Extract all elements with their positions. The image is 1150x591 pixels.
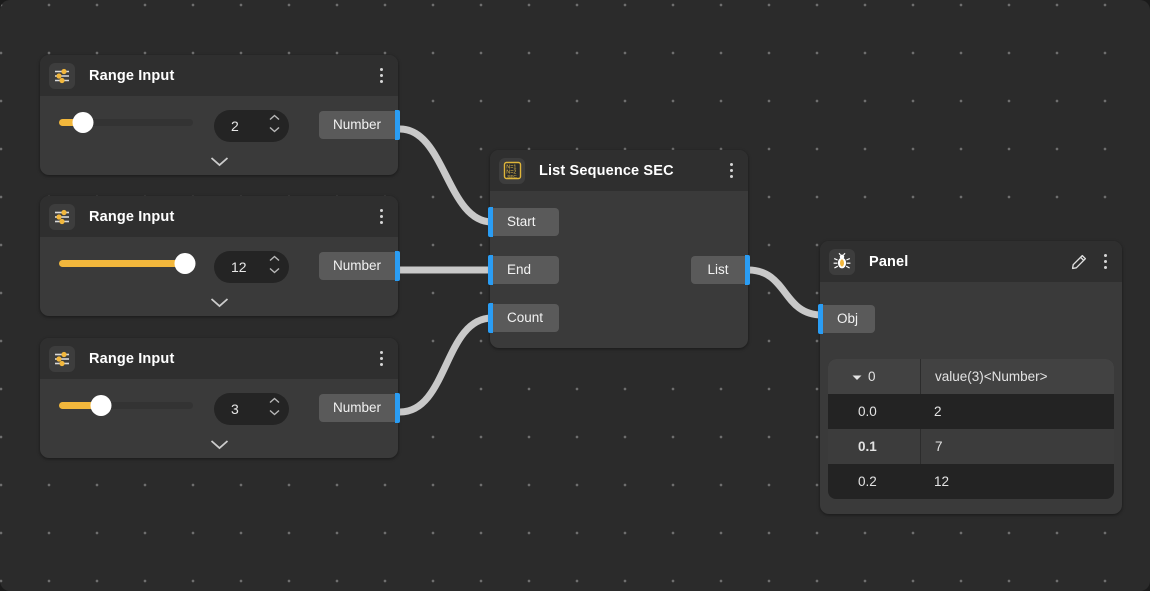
table-header-index-label: 0 — [868, 369, 876, 384]
value-stepper[interactable]: 2 — [214, 110, 289, 142]
output-port-number[interactable]: Number — [319, 393, 400, 423]
table-header-type-label: value(3)<Number> — [920, 359, 1114, 394]
node-title: List Sequence SEC — [539, 163, 722, 179]
collapse-toggle[interactable] — [40, 439, 398, 450]
port-connector[interactable] — [395, 110, 400, 140]
wire-range3-to-count — [400, 318, 492, 412]
chevron-down-icon[interactable] — [269, 409, 280, 416]
node-body: Obj 0 value(3)<Number> 0.0 2 — [820, 282, 1122, 514]
svg-text:SEC: SEC — [507, 174, 517, 179]
chevron-down-icon[interactable] — [269, 126, 280, 133]
port-label[interactable]: Count — [493, 304, 559, 332]
port-label[interactable]: Start — [493, 208, 559, 236]
collapse-toggle[interactable] — [40, 156, 398, 167]
chevron-up-icon[interactable] — [269, 114, 280, 121]
sliders-icon — [49, 63, 75, 89]
node-graph-canvas[interactable]: Range Input 2 — [0, 0, 1150, 591]
chevron-down-icon[interactable] — [269, 267, 280, 274]
port-label[interactable]: Number — [319, 111, 395, 139]
kebab-menu-icon[interactable] — [372, 348, 390, 370]
node-header[interactable]: Range Input — [40, 338, 398, 379]
wire-range1-to-start — [400, 129, 492, 222]
slider-thumb[interactable] — [175, 253, 196, 274]
node-body: 12 Number — [40, 237, 398, 316]
input-port-end[interactable]: End — [488, 255, 559, 285]
stepper-value: 3 — [231, 401, 239, 417]
node-body: 3 Number — [40, 379, 398, 458]
value-stepper[interactable]: 12 — [214, 251, 289, 283]
caret-down-icon[interactable] — [852, 369, 862, 384]
output-port-number[interactable]: Number — [319, 251, 400, 281]
slider-fill — [59, 260, 185, 267]
panel-data-table[interactable]: 0 value(3)<Number> 0.0 2 0.1 7 0.2 12 — [828, 359, 1114, 499]
port-connector[interactable] — [395, 251, 400, 281]
node-title: Panel — [869, 254, 1068, 270]
sequence-icon: N=1 N=2 SEC — [499, 158, 525, 184]
range-slider[interactable] — [59, 251, 193, 275]
range-slider[interactable] — [59, 393, 193, 417]
port-connector[interactable] — [745, 255, 750, 285]
slider-thumb[interactable] — [91, 395, 112, 416]
port-label[interactable]: Number — [319, 394, 395, 422]
table-header-index-cell[interactable]: 0 — [828, 359, 920, 394]
stepper-value: 12 — [231, 259, 247, 275]
stepper-value: 2 — [231, 118, 239, 134]
pencil-icon[interactable] — [1068, 251, 1090, 273]
output-port-list[interactable]: List — [691, 255, 750, 285]
table-row[interactable]: 0.0 2 — [828, 394, 1114, 429]
node-header[interactable]: Range Input — [40, 55, 398, 96]
node-range-input-1[interactable]: Range Input 2 — [40, 55, 398, 175]
chevron-up-icon[interactable] — [269, 397, 280, 404]
node-body: 2 Number — [40, 96, 398, 175]
table-cell-index: 0.2 — [828, 464, 920, 499]
kebab-menu-icon[interactable] — [722, 160, 740, 182]
table-cell-index: 0.1 — [828, 429, 920, 464]
node-body: Start End Count List — [490, 191, 748, 348]
value-stepper[interactable]: 3 — [214, 393, 289, 425]
node-range-input-3[interactable]: Range Input 3 — [40, 338, 398, 458]
table-header-row[interactable]: 0 value(3)<Number> — [828, 359, 1114, 394]
output-port-number[interactable]: Number — [319, 110, 400, 140]
port-label[interactable]: Number — [319, 252, 395, 280]
table-row[interactable]: 0.1 7 — [828, 429, 1114, 464]
node-list-sequence-sec[interactable]: N=1 N=2 SEC List Sequence SEC Start End — [490, 150, 748, 348]
node-header[interactable]: Panel — [820, 241, 1122, 282]
collapse-toggle[interactable] — [40, 297, 398, 308]
port-label[interactable]: End — [493, 256, 559, 284]
port-connector[interactable] — [395, 393, 400, 423]
table-cell-value: 12 — [920, 464, 1114, 499]
node-title: Range Input — [89, 209, 372, 225]
table-row[interactable]: 0.2 12 — [828, 464, 1114, 499]
kebab-menu-icon[interactable] — [372, 65, 390, 87]
table-cell-value: 7 — [920, 429, 1114, 464]
node-title: Range Input — [89, 68, 372, 84]
slider-thumb[interactable] — [73, 112, 94, 133]
sliders-icon — [49, 346, 75, 372]
node-header[interactable]: Range Input — [40, 196, 398, 237]
table-cell-value: 2 — [920, 394, 1114, 429]
kebab-menu-icon[interactable] — [1096, 251, 1114, 273]
node-panel[interactable]: Panel Obj — [820, 241, 1122, 514]
table-cell-index: 0.0 — [828, 394, 920, 429]
node-range-input-2[interactable]: Range Input 12 — [40, 196, 398, 316]
node-header[interactable]: N=1 N=2 SEC List Sequence SEC — [490, 150, 748, 191]
bug-icon — [829, 249, 855, 275]
range-slider[interactable] — [59, 110, 193, 134]
sliders-icon — [49, 204, 75, 230]
node-title: Range Input — [89, 351, 372, 367]
kebab-menu-icon[interactable] — [372, 206, 390, 228]
port-label[interactable]: Obj — [823, 305, 875, 333]
wire-list-to-obj — [748, 270, 822, 315]
input-port-obj[interactable]: Obj — [818, 304, 875, 334]
input-port-start[interactable]: Start — [488, 207, 559, 237]
chevron-up-icon[interactable] — [269, 255, 280, 262]
port-label[interactable]: List — [691, 256, 745, 284]
input-port-count[interactable]: Count — [488, 303, 559, 333]
